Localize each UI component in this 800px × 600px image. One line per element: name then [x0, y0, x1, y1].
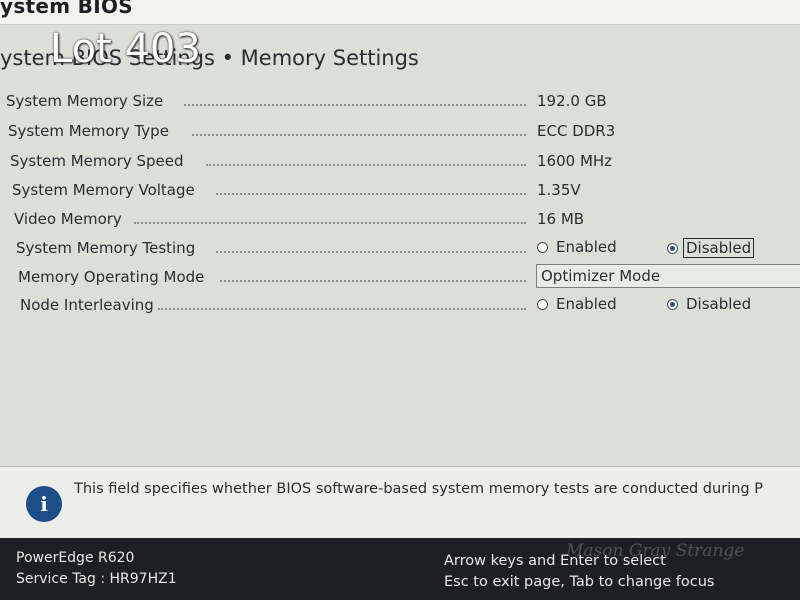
leader-dots: [158, 308, 526, 310]
setting-row-video-memory: Video Memory 16 MB: [0, 210, 800, 236]
radio-label: Disabled: [683, 238, 755, 258]
setting-row-memory-testing: System Memory Testing Enabled Disabled: [0, 238, 800, 265]
node-interleaving-disabled-radio[interactable]: Disabled: [667, 295, 751, 313]
radio-icon: [537, 241, 548, 253]
setting-label: System Memory Size: [6, 92, 168, 110]
watermark: Mason Gray Strange: [566, 541, 745, 561]
leader-dots: [216, 251, 526, 253]
setting-label: Memory Operating Mode: [18, 268, 209, 286]
setting-label: System Memory Voltage: [12, 181, 199, 199]
setting-label: Video Memory: [14, 210, 126, 228]
service-tag: Service Tag : HR97HZ1: [16, 571, 177, 587]
setting-row-operating-mode: Memory Operating Mode Optimizer Mode: [0, 264, 800, 294]
leader-dots: [220, 280, 526, 282]
setting-value: 1.35V: [537, 181, 581, 199]
info-icon: i: [26, 486, 62, 522]
setting-label: System Memory Testing: [16, 239, 200, 257]
radio-selected-icon: [667, 242, 678, 254]
leader-dots: [192, 134, 526, 136]
radio-icon: [537, 298, 548, 310]
setting-row-memory-size: System Memory Size 192.0 GB: [0, 92, 800, 118]
radio-label: Enabled: [556, 238, 617, 256]
model-name: PowerEdge R620: [16, 550, 135, 566]
setting-label: System Memory Speed: [10, 152, 188, 170]
help-text: This field specifies whether BIOS softwa…: [74, 481, 763, 497]
node-interleaving-enabled-radio[interactable]: Enabled: [537, 295, 617, 313]
setting-row-node-interleaving: Node Interleaving Enabled Disabled: [0, 295, 800, 322]
setting-value: 192.0 GB: [537, 92, 607, 110]
radio-label: Disabled: [686, 295, 752, 313]
setting-label: Node Interleaving: [20, 296, 158, 314]
setting-value: 1600 MHz: [537, 152, 613, 170]
leader-dots: [216, 193, 526, 195]
leader-dots: [206, 164, 526, 166]
title-bar: ystem BIOS: [0, 0, 800, 25]
setting-label: System Memory Type: [8, 122, 173, 140]
leader-dots: [184, 104, 526, 106]
radio-label: Enabled: [556, 295, 617, 313]
lot-overlay-label: Lot 403: [50, 26, 201, 72]
setting-row-memory-speed: System Memory Speed 1600 MHz: [0, 152, 800, 178]
memory-testing-enabled-radio[interactable]: Enabled: [537, 238, 617, 256]
setting-value: ECC DDR3: [537, 122, 616, 140]
app-title: ystem BIOS: [0, 0, 133, 18]
setting-row-memory-voltage: System Memory Voltage 1.35V: [0, 181, 800, 207]
system-info: PowerEdge R620 Service Tag : HR97HZ1: [16, 548, 177, 590]
hint-exit: Esc to exit page, Tab to change focus: [444, 574, 715, 590]
memory-testing-disabled-radio[interactable]: Disabled: [667, 238, 755, 258]
setting-row-memory-type: System Memory Type ECC DDR3: [0, 122, 800, 148]
setting-value: 16 MB: [537, 210, 585, 228]
help-panel: i This field specifies whether BIOS soft…: [0, 466, 800, 539]
leader-dots: [134, 222, 526, 224]
operating-mode-dropdown[interactable]: Optimizer Mode: [536, 264, 800, 288]
radio-selected-icon: [667, 298, 678, 310]
